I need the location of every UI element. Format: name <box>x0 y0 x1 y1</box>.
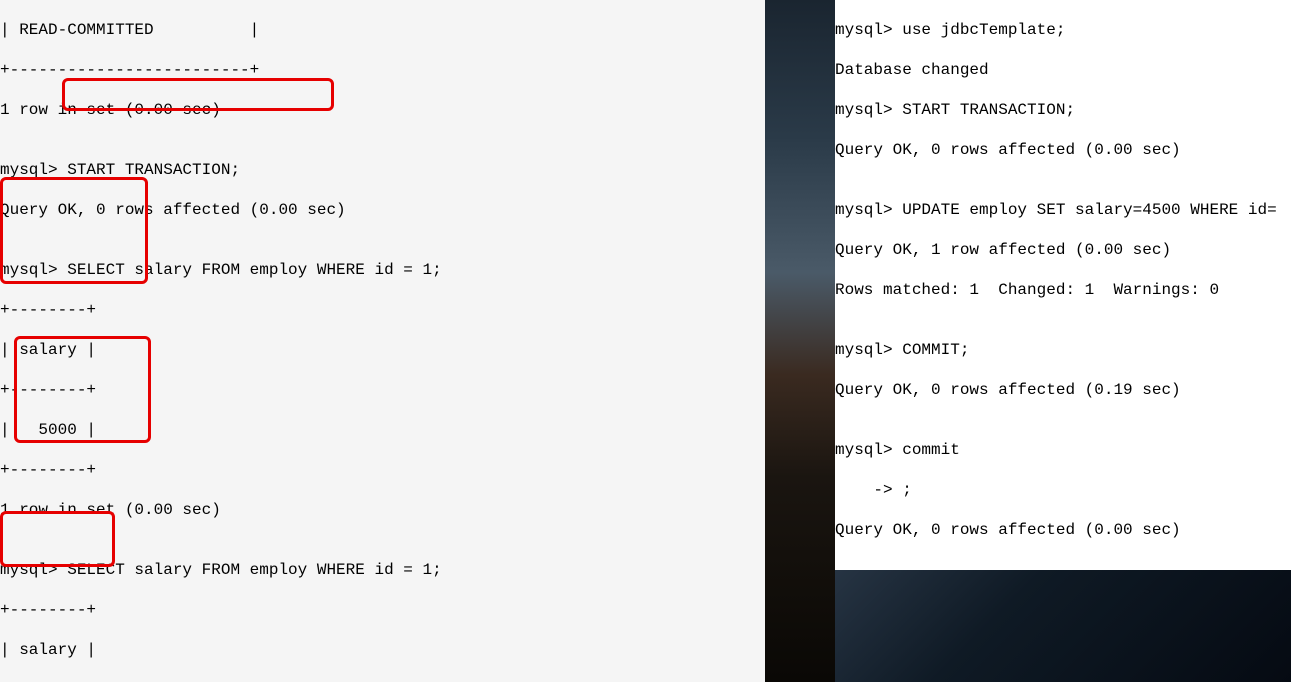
terminal-line: +--------+ <box>0 600 765 620</box>
terminal-line: Rows matched: 1 Changed: 1 Warnings: 0 <box>835 280 1291 300</box>
terminal-line: | salary | <box>0 340 765 360</box>
left-terminal-window[interactable]: | READ-COMMITTED | +--------------------… <box>0 0 765 682</box>
right-terminal-window[interactable]: mysql> use jdbcTemplate; Database change… <box>835 0 1291 570</box>
terminal-line: mysql> START TRANSACTION; <box>835 100 1291 120</box>
terminal-line: mysql> SELECT salary FROM employ WHERE i… <box>0 260 765 280</box>
terminal-line: +-------------------------+ <box>0 60 765 80</box>
terminal-line: Database changed <box>835 60 1291 80</box>
terminal-line: mysql> COMMIT; <box>835 340 1291 360</box>
terminal-line: mysql> START TRANSACTION; <box>0 160 765 180</box>
desktop-gap <box>765 0 835 682</box>
terminal-line: +--------+ <box>0 380 765 400</box>
terminal-line: Query OK, 0 rows affected (0.00 sec) <box>835 140 1291 160</box>
terminal-line: mysql> commit <box>835 440 1291 460</box>
terminal-line: +--------+ <box>0 460 765 480</box>
terminal-line: | 5000 | <box>0 420 765 440</box>
terminal-line: Query OK, 0 rows affected (0.00 sec) <box>0 200 765 220</box>
terminal-line: | READ-COMMITTED | <box>0 20 765 40</box>
terminal-line: | salary | <box>0 640 765 660</box>
terminal-line: mysql> SELECT salary FROM employ WHERE i… <box>0 560 765 580</box>
terminal-line: 1 row in set (0.00 sec) <box>0 100 765 120</box>
terminal-line: mysql> UPDATE employ SET salary=4500 WHE… <box>835 200 1291 220</box>
terminal-line: +--------+ <box>0 300 765 320</box>
terminal-line: Query OK, 1 row affected (0.00 sec) <box>835 240 1291 260</box>
terminal-line: Query OK, 0 rows affected (0.19 sec) <box>835 380 1291 400</box>
terminal-line: mysql> use jdbcTemplate; <box>835 20 1291 40</box>
terminal-line: -> ; <box>835 480 1291 500</box>
terminal-line: 1 row in set (0.00 sec) <box>0 500 765 520</box>
terminal-line: Query OK, 0 rows affected (0.00 sec) <box>835 520 1291 540</box>
